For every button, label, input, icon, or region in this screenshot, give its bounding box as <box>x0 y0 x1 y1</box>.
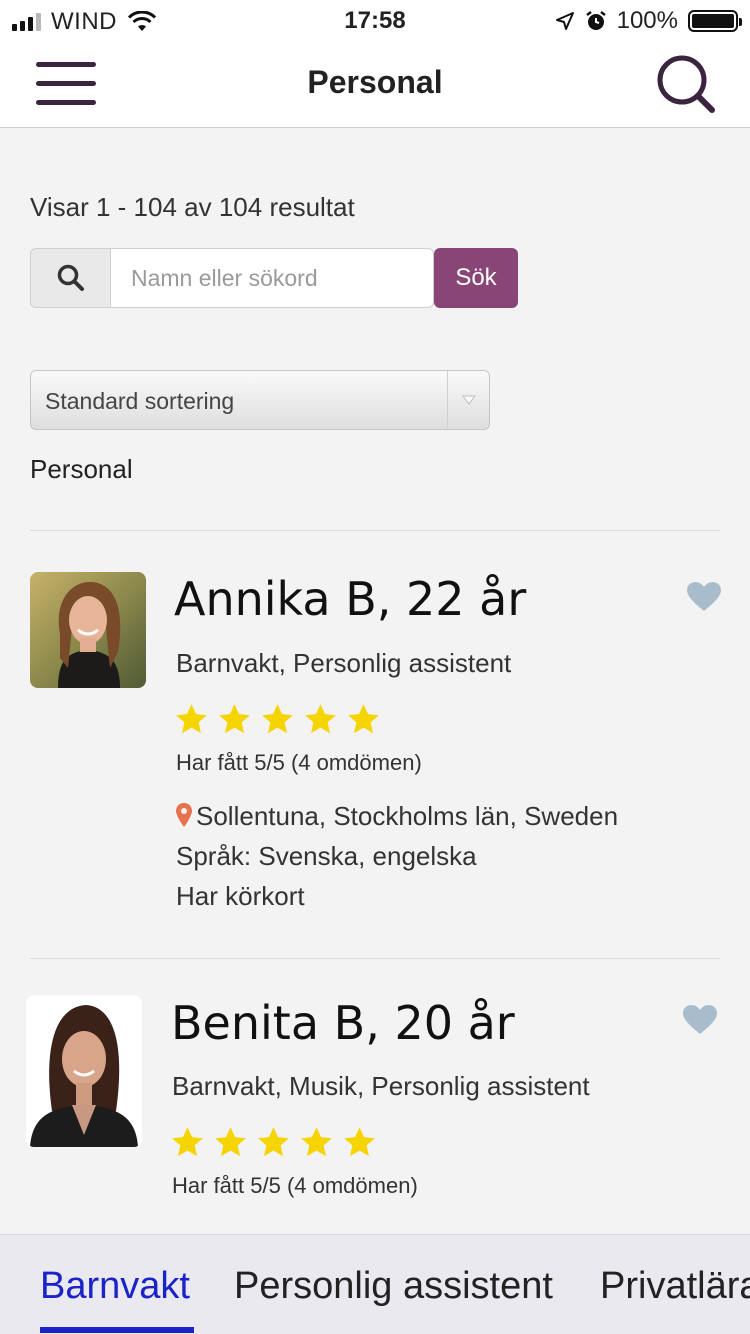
star-icon <box>262 704 293 734</box>
battery-percent: 100% <box>616 7 678 34</box>
location-text: Sollentuna, Stockholms län, Sweden <box>196 801 619 831</box>
rating-stars <box>170 1125 377 1160</box>
profile-roles: Barnvakt, Musik, Personlig assistent <box>172 1071 590 1101</box>
star-icon <box>305 704 336 734</box>
rating-text: Har fått 5/5 (4 omdömen) <box>176 750 422 775</box>
page-title: Personal <box>307 64 443 100</box>
divider <box>30 958 720 959</box>
profile-languages: Språk: Svenska, engelska <box>176 841 477 871</box>
search-button[interactable]: Sök <box>434 248 518 308</box>
search-icon[interactable] <box>656 54 716 114</box>
profile-license: Har körkort <box>176 881 305 911</box>
rating-text: Har fått 5/5 (4 omdömen) <box>172 1173 418 1198</box>
tab-privatlarare[interactable]: Privatlärare <box>600 1265 750 1308</box>
location-arrow-icon <box>555 12 574 30</box>
alarm-icon <box>585 11 606 30</box>
star-icon <box>301 1127 332 1157</box>
profile-name[interactable]: Annika B, 22 år <box>174 572 526 626</box>
divider <box>30 530 720 531</box>
sort-select[interactable]: Standard sortering <box>30 370 490 430</box>
chevron-down-icon <box>447 371 489 429</box>
search-addon <box>30 248 110 308</box>
avatar[interactable] <box>30 572 146 688</box>
status-bar: WIND 17:58 100% <box>0 0 750 40</box>
tab-barnvakt[interactable]: Barnvakt <box>40 1265 190 1308</box>
sort-selected-label: Standard sortering <box>45 388 235 414</box>
profile-location: Sollentuna, Stockholms län, Sweden <box>176 796 618 836</box>
star-icon <box>344 1127 375 1157</box>
heart-icon[interactable] <box>687 582 721 612</box>
star-icon <box>348 704 379 734</box>
results-count: Visar 1 - 104 av 104 resultat <box>30 192 355 222</box>
heart-icon[interactable] <box>683 1005 717 1035</box>
battery-icon <box>688 10 742 32</box>
profile-name[interactable]: Benita B, 20 år <box>171 996 515 1050</box>
avatar[interactable] <box>26 995 142 1147</box>
star-icon <box>258 1127 289 1157</box>
star-icon <box>176 704 207 734</box>
profile-roles: Barnvakt, Personlig assistent <box>176 648 512 678</box>
star-icon <box>172 1127 203 1157</box>
search-input[interactable] <box>110 248 434 308</box>
category-tab-bar: Barnvakt Personlig assistent Privatlärar… <box>0 1234 750 1334</box>
rating-stars <box>174 702 381 737</box>
category-label: Personal <box>30 454 133 484</box>
tab-personlig-assistent[interactable]: Personlig assistent <box>234 1265 553 1308</box>
star-icon <box>215 1127 246 1157</box>
active-tab-indicator <box>40 1327 194 1333</box>
star-icon <box>219 704 250 734</box>
location-pin-icon <box>176 803 192 827</box>
magnifier-icon <box>57 264 84 291</box>
status-right: 100% <box>555 7 742 35</box>
search-bar: Sök <box>30 248 518 308</box>
top-navbar: Personal <box>0 40 750 128</box>
